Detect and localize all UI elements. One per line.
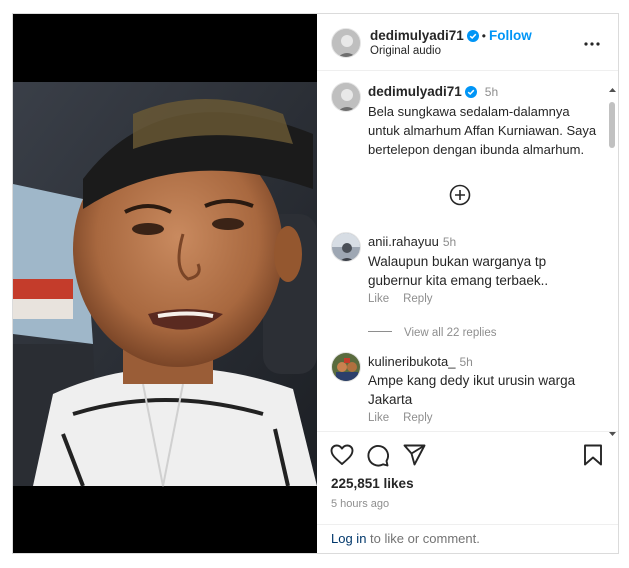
commenter-avatar[interactable] [331,352,361,382]
avatar[interactable] [331,28,361,58]
comment-text: Walaupun bukan warganya tp gubernur kita… [368,254,549,288]
caption-avatar[interactable] [331,82,361,112]
avatar-image [332,353,360,381]
comment-username[interactable]: anii.rahayuu [368,234,439,249]
separator-dot: • [481,29,486,43]
video-frame-illustration [13,14,317,553]
comment-reply-button[interactable]: Reply [403,412,432,424]
comments-list[interactable]: dedimulyadi71 5h Bela sungkawa sedalam-da… [317,72,618,430]
comment-text: Ampe kang dedy ikut urusin warga Jakarta [368,373,576,407]
plus-circle-icon[interactable] [449,184,471,211]
post-author-username[interactable]: dedimulyadi71 [370,28,464,43]
comment-reply-button[interactable]: Reply [403,293,432,305]
avatar-image [332,29,360,57]
verified-badge-icon [464,85,477,103]
likes-count[interactable]: 225,851 likes [331,476,414,491]
post-side-panel: dedimulyadi71 • Follow Original audio dedi… [317,14,618,553]
view-replies[interactable]: View all 22 replies [368,323,496,341]
avatar-image [332,233,360,261]
post-actions: 225,851 likes 5 hours ago Log in to like… [317,431,618,553]
verified-badge-icon [466,29,479,47]
comment-like-button[interactable]: Like [368,293,389,305]
comment-icon[interactable] [366,444,389,472]
caption-username[interactable]: dedimulyadi71 [368,84,462,99]
comment-like-button[interactable]: Like [368,412,389,424]
follow-button[interactable]: Follow [489,28,532,43]
view-replies-label[interactable]: View all 22 replies [404,327,496,339]
comments-scrollbar[interactable] [607,86,616,438]
comment-time: 5h [459,355,473,369]
login-prompt-text: to like or comment. [366,531,480,546]
more-dots-icon[interactable] [584,33,600,51]
post-header: dedimulyadi71 • Follow Original audio [317,14,618,71]
paper-plane-icon[interactable] [403,444,426,471]
comment-username[interactable]: kulineribukota_ [368,354,455,369]
replies-divider [368,331,392,333]
scroll-up-arrow-icon[interactable] [608,86,617,94]
login-prompt: Log in to like or comment. [317,524,618,553]
login-link[interactable]: Log in [331,531,366,546]
heart-icon[interactable] [330,444,354,471]
scroll-thumb[interactable] [609,102,615,148]
caption-text: Bela sungkawa sedalam-dalamnya untuk alm… [368,104,597,157]
bookmark-icon[interactable] [583,444,603,471]
caption-time: 5h [484,85,499,99]
post-dialog: dedimulyadi71 • Follow Original audio dedi… [12,13,619,554]
comment-time: 5h [442,235,457,249]
avatar-image [332,83,360,111]
commenter-avatar[interactable] [331,232,361,262]
post-video[interactable] [13,14,317,553]
audio-label[interactable]: Original audio [370,45,441,57]
posted-time: 5 hours ago [331,498,390,510]
